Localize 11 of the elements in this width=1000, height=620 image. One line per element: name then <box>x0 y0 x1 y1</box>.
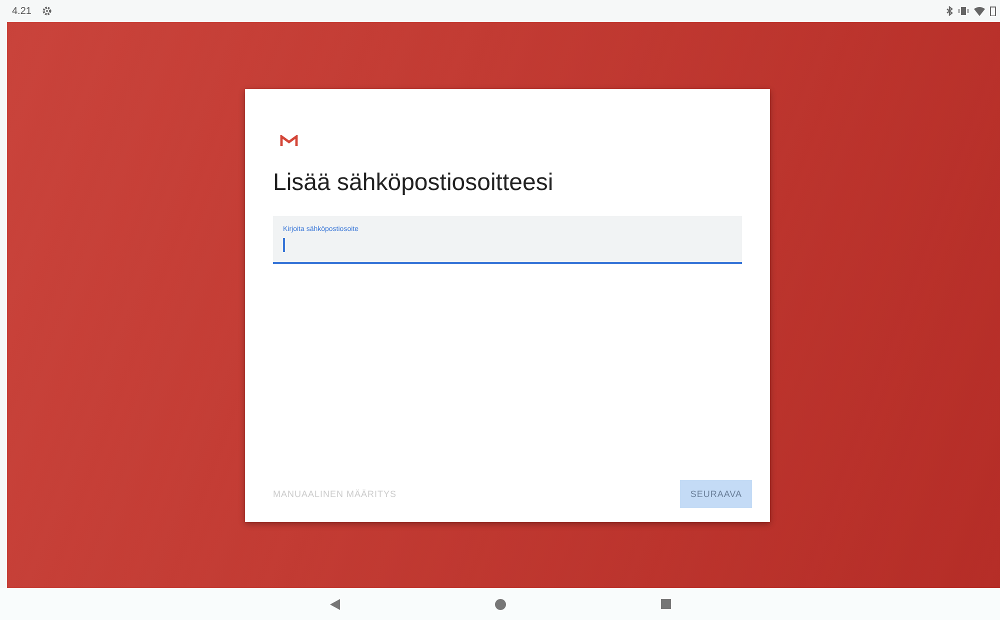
back-icon[interactable] <box>330 598 340 610</box>
bluetooth-icon <box>946 6 953 16</box>
home-icon[interactable] <box>494 598 506 610</box>
wifi-icon <box>974 6 985 16</box>
settings-icon <box>42 6 52 16</box>
mail-logo-icon <box>280 135 298 147</box>
status-time: 4.21 <box>12 6 32 16</box>
dialog-title: Lisää sähköpostiosoitteesi <box>273 169 554 197</box>
recents-icon[interactable] <box>660 599 670 609</box>
vibrate-icon <box>958 6 969 16</box>
battery-icon <box>990 6 996 16</box>
